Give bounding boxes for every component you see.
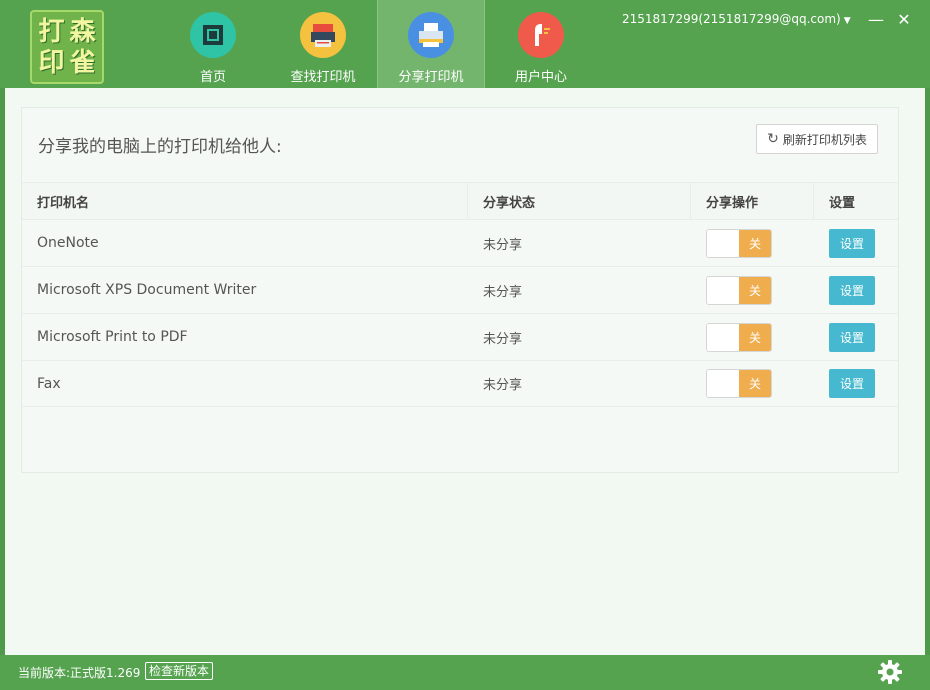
user-center-icon [518,12,564,58]
nav-find-printer-label: 查找打印机 [290,70,356,85]
caret-down-icon: ▼ [843,16,851,26]
user-account: 2151817299(2151817299@qq.com) [622,12,841,26]
main-content: 分享我的电脑上的打印机给他人: ↻ 刷新打印机列表 打印机名 分享状态 分享操作… [5,88,925,655]
minimize-button[interactable]: — [866,10,886,30]
share-toggle[interactable]: 关 [706,322,772,352]
refresh-printer-list-button[interactable]: ↻ 刷新打印机列表 [756,124,878,154]
gear-icon[interactable] [877,659,903,685]
table-header: 打印机名 分享状态 分享操作 设置 [22,182,898,219]
share-toggle[interactable]: 关 [706,228,772,258]
table-row: Fax 未分享 关 设置 [22,360,898,407]
toggle-off-label: 关 [739,370,771,397]
refresh-label: 刷新打印机列表 [782,132,867,147]
share-toggle[interactable]: 关 [706,275,772,305]
share-printer-icon [408,12,454,58]
check-update-button[interactable]: 检查新版本 [145,662,214,680]
printer-settings-button[interactable]: 设置 [829,275,875,305]
printer-settings-button[interactable]: 设置 [829,322,875,352]
printer-table: 打印机名 分享状态 分享操作 设置 OneNote 未分享 关 设置 Micro… [22,182,898,407]
nav-share-printer[interactable]: 分享打印机 [377,0,485,88]
share-panel: 分享我的电脑上的打印机给他人: ↻ 刷新打印机列表 打印机名 分享状态 分享操作… [21,107,899,473]
nav-user-center[interactable]: 用户中心 [487,0,595,88]
close-button[interactable]: ✕ [894,10,914,30]
logo-char: 森 [69,16,96,47]
printer-name: Fax [37,375,61,392]
share-status: 未分享 [483,284,523,300]
nav-home[interactable]: 首页 [159,0,267,88]
share-toggle[interactable]: 关 [706,369,772,398]
printer-settings-button[interactable]: 设置 [829,228,875,258]
printer-name: OneNote [37,235,99,251]
toggle-knob [707,370,739,397]
toggle-off-label: 关 [739,229,771,257]
share-status: 未分享 [483,378,523,393]
nav-find-printer[interactable]: 查找打印机 [269,0,377,88]
nav-user-center-label: 用户中心 [514,70,567,85]
title-bar: 打 森 印 雀 首页 查找打印机 分享打印机 用户中心 2151817299(2… [0,0,930,88]
home-icon [190,12,236,58]
share-status: 未分享 [483,331,523,347]
header-share-status: 分享状态 [483,195,536,211]
version-text: 当前版本:正式版1.269 [18,666,141,680]
logo-char: 打 [38,16,65,47]
logo-char: 雀 [69,47,96,78]
nav-home-label: 首页 [199,70,226,85]
printer-name: Microsoft Print to PDF [37,329,188,345]
nav-share-printer-label: 分享打印机 [398,70,464,85]
share-status: 未分享 [483,237,523,253]
header-share-action: 分享操作 [706,195,759,211]
header-settings: 设置 [829,195,856,211]
refresh-icon: ↻ [767,131,779,147]
printer-settings-button[interactable]: 设置 [829,369,875,398]
table-row: Microsoft Print to PDF 未分享 关 设置 [22,313,898,360]
panel-title: 分享我的电脑上的打印机给他人: [38,137,282,157]
table-row: Microsoft XPS Document Writer 未分享 关 设置 [22,266,898,313]
toggle-knob [707,323,739,351]
logo-char: 印 [38,47,65,78]
toggle-off-label: 关 [739,323,771,351]
toggle-knob [707,229,739,257]
printer-name: Microsoft XPS Document Writer [37,282,257,298]
status-bar: 当前版本:正式版1.269 检查新版本 [0,655,930,690]
header-printer-name: 打印机名 [37,195,90,211]
table-row: OneNote 未分享 关 设置 [22,219,898,266]
find-printer-icon [300,12,346,58]
app-logo: 打 森 印 雀 [30,10,104,84]
user-account-menu[interactable]: 2151817299(2151817299@qq.com) ▼ [622,12,851,26]
toggle-knob [707,276,739,304]
toggle-off-label: 关 [739,276,771,304]
